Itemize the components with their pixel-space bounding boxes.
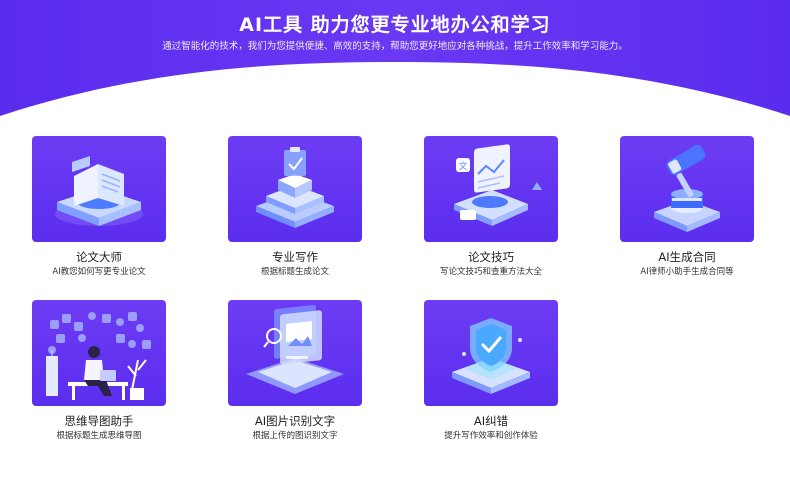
tool-card-paper-tips[interactable]: 文 [424,136,558,242]
tool-title: 专业写作 [272,250,318,264]
tool-card-pro-writing[interactable] [228,136,362,242]
mindmap-person-icon [46,312,151,400]
tool-desc: AI律师小助手生成合同等 [640,267,734,277]
shield-check-icon [452,318,530,394]
gavel-icon [654,144,720,232]
document-chart-icon: 文 [454,144,542,226]
tool-desc: 提升写作效率和创作体验 [444,431,538,441]
book-icon [55,156,143,226]
tool-card-mindmap[interactable] [32,300,166,406]
tool-title: AI纠错 [473,414,509,428]
svg-text:文: 文 [458,160,467,172]
tool-desc: 根据标题生成论文 [260,267,329,277]
tool-desc: AI教您如何写更专业论文 [52,267,146,277]
tool-card-ai-correction[interactable] [424,300,558,406]
tool-card-paper-master[interactable] [32,136,166,242]
tool-title: 论文大师 [76,250,122,264]
tool-card-ai-contract[interactable] [620,136,754,242]
tool-title: AI生成合同 [658,250,716,264]
tool-title: 思维导图助手 [64,414,134,428]
clipboard-stack-icon [256,147,334,228]
tool-title: AI图片识别文字 [254,414,336,428]
tool-card-ocr[interactable] [228,300,362,406]
tool-desc: 根据上传的图识别文字 [252,431,338,441]
tool-desc: 根据标题生成思维导图 [56,431,142,441]
tool-grid: 论文大师 AI教您如何写更专业论文 专业写作 根据标题生成论文 文 论文技巧 写… [0,0,790,499]
image-scan-icon [246,305,344,394]
tool-title: 论文技巧 [468,250,514,264]
tool-desc: 写论文技巧和查重方法大全 [439,267,542,277]
